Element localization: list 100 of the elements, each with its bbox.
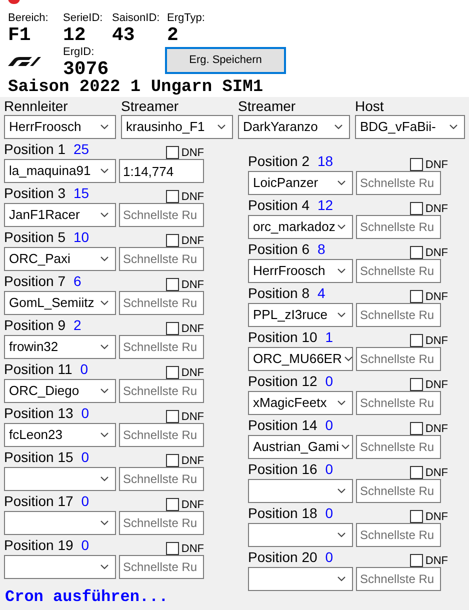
lap-time-field[interactable]: Schnellste Ru — [356, 435, 441, 459]
position-label: Position 8 — [248, 285, 310, 301]
position-label: Position 17 — [4, 493, 74, 509]
lap-time-field[interactable]: Schnellste Ru — [356, 215, 441, 239]
lap-time-field[interactable]: Schnellste Ru — [356, 567, 441, 591]
position-label: Position 1 — [4, 141, 66, 157]
driver-dropdown[interactable]: LoicPanzer — [248, 171, 353, 195]
driver-dropdown[interactable]: la_maquina91 — [4, 159, 116, 183]
points-value: 0 — [81, 493, 90, 509]
field-value: 3076 — [63, 59, 109, 79]
position-label: Position 5 — [4, 229, 66, 245]
points-value: 0 — [325, 505, 334, 521]
staff-dropdown[interactable]: BDG_vFaBii- — [355, 115, 465, 139]
position-label: Position 11 — [4, 361, 72, 377]
position-label: Position 10 — [248, 329, 318, 345]
dnf-label: DNF — [425, 334, 448, 348]
driver-dropdown[interactable]: PPL_zI3ruce — [248, 303, 353, 327]
field-label: ErgTyp: — [167, 12, 205, 25]
driver-dropdown[interactable]: ORC_Diego — [4, 379, 116, 403]
lap-time-field[interactable]: Schnellste Ru — [119, 379, 204, 403]
lap-time-field[interactable]: Schnellste Ru — [119, 423, 204, 447]
lap-time-field[interactable]: Schnellste Ru — [119, 335, 204, 359]
lap-time-field[interactable]: Schnellste Ru — [356, 479, 441, 503]
position-label: Position 3 — [4, 185, 66, 201]
driver-dropdown[interactable]: orc_markadoz — [248, 215, 353, 239]
position-label: Position 7 — [4, 273, 66, 289]
lap-time-field[interactable]: Schnellste Ru — [119, 555, 204, 579]
points-value: 0 — [81, 537, 90, 553]
driver-dropdown[interactable]: GomL_Semiitz — [4, 291, 116, 315]
lap-time-field[interactable]: Schnellste Ru — [356, 303, 441, 327]
points-value: 25 — [73, 141, 90, 157]
cron-link[interactable]: Cron ausführen... — [5, 585, 242, 609]
driver-dropdown[interactable]: xMagicFeetx — [248, 391, 353, 415]
dnf-label: DNF — [181, 322, 204, 336]
points-value: 0 — [325, 461, 334, 477]
page-title: Saison 2022 1 Ungarn SIM1 — [8, 78, 264, 98]
lap-time-field[interactable]: Schnellste Ru — [356, 391, 441, 415]
staff-label: Host — [355, 99, 385, 114]
points-value: 0 — [80, 361, 88, 377]
driver-dropdown[interactable]: fcLeon23 — [4, 423, 116, 447]
position-label: Position 18 — [248, 505, 318, 521]
field-label: ErgID: — [63, 46, 96, 59]
save-button[interactable]: Erg. Speichern — [165, 47, 286, 74]
lap-time-field[interactable]: Schnellste Ru — [356, 347, 441, 371]
dnf-label: DNF — [181, 234, 204, 248]
dnf-label: DNF — [425, 378, 448, 392]
points-value: 4 — [317, 285, 326, 301]
dnf-label: DNF — [425, 466, 448, 480]
dnf-label: DNF — [425, 422, 448, 436]
position-label: Position 14 — [248, 417, 318, 433]
dnf-label: DNF — [181, 190, 204, 204]
points-value: 15 — [73, 185, 90, 201]
driver-dropdown[interactable]: Austrian_Gami — [248, 435, 353, 459]
position-label: Position 2 — [248, 153, 310, 169]
points-value: 0 — [325, 373, 334, 389]
lap-time-field[interactable]: Schnellste Ru — [356, 171, 441, 195]
dnf-label: DNF — [181, 498, 204, 512]
lap-time-field[interactable]: Schnellste Ru — [356, 259, 441, 283]
dnf-label: DNF — [425, 290, 448, 304]
points-value: 8 — [317, 241, 326, 257]
position-label: Position 13 — [4, 405, 74, 421]
field-value: 43 — [112, 25, 136, 45]
position-label: Position 9 — [4, 317, 66, 333]
dnf-label: DNF — [425, 246, 448, 260]
position-label: Position 4 — [248, 197, 310, 213]
lap-time-field[interactable]: Schnellste Ru — [356, 523, 441, 547]
driver-dropdown[interactable]: JanF1Racer — [4, 203, 116, 227]
driver-dropdown[interactable]: ORC_MU66ER — [248, 347, 353, 371]
driver-dropdown[interactable]: frowin32 — [4, 335, 116, 359]
dnf-label: DNF — [181, 366, 204, 380]
staff-dropdown[interactable]: HerrFroosch — [4, 115, 116, 139]
dnf-label: DNF — [181, 278, 204, 292]
field-value: F1 — [8, 25, 32, 45]
lap-time-field[interactable]: Schnellste Ru — [119, 203, 204, 227]
points-value: 0 — [81, 449, 90, 465]
field-value: 12 — [63, 25, 87, 45]
position-label: Position 16 — [248, 461, 318, 477]
points-value: 0 — [325, 417, 334, 433]
points-value: 6 — [73, 273, 82, 289]
dnf-label: DNF — [181, 410, 204, 424]
points-value: 0 — [325, 549, 334, 565]
points-value: 18 — [317, 153, 334, 169]
dnf-label: DNF — [181, 542, 204, 556]
lap-time-field[interactable]: Schnellste Ru — [119, 247, 204, 271]
lap-time-field[interactable]: Schnellste Ru — [119, 511, 204, 535]
position-label: Position 12 — [248, 373, 318, 389]
driver-dropdown[interactable]: HerrFroosch — [248, 259, 353, 283]
points-value: 1 — [325, 329, 334, 345]
dnf-label: DNF — [425, 158, 448, 172]
points-value: 12 — [317, 197, 334, 213]
lap-time-field[interactable]: 1:14,774 — [119, 159, 204, 183]
staff-label: Streamer — [238, 99, 297, 114]
staff-dropdown[interactable]: krausinho_F1 — [121, 115, 233, 139]
staff-dropdown[interactable]: DarkYaranzo — [238, 115, 350, 139]
staff-label: Streamer — [121, 99, 180, 114]
lap-time-field[interactable]: Schnellste Ru — [119, 291, 204, 315]
staff-label: Rennleiter — [4, 99, 69, 114]
driver-dropdown[interactable]: ORC_Paxi — [4, 247, 116, 271]
lap-time-field[interactable]: Schnellste Ru — [119, 467, 204, 491]
points-value: 2 — [73, 317, 82, 333]
